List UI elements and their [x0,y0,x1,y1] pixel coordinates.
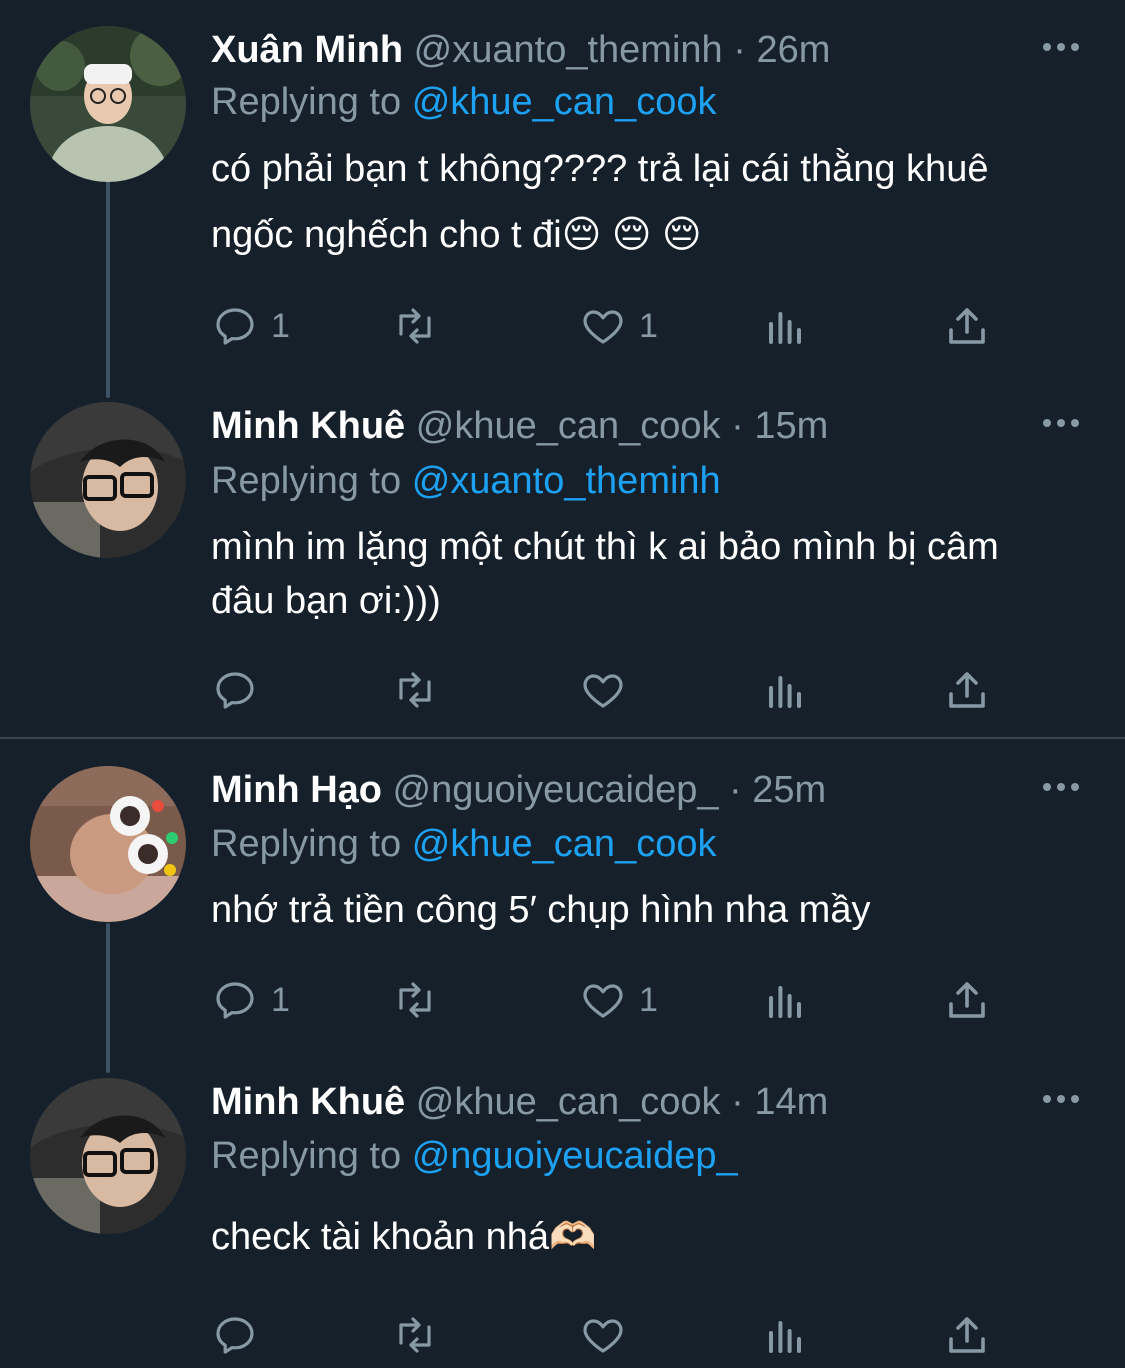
tweet-actions [211,1310,1011,1360]
retweet-icon [399,672,431,708]
user-handle[interactable]: @khue_can_cook [416,1081,721,1123]
replying-to: Replying to @nguoiyeucaidep_ [211,1132,738,1180]
tweet[interactable]: Xuân Minh @xuanto_theminh · 26m Replying… [0,26,1125,366]
tweet-text: nhớ trả tiền công 5′ chụp hình nha mầy [211,889,871,931]
tweet-header: Minh Hạo @nguoiyeucaidep_ · 25m [211,766,1015,814]
share-icon [949,308,985,344]
mention-link[interactable]: @khue_can_cook [412,823,717,865]
timestamp[interactable]: 14m [754,1081,828,1123]
analytics-icon [769,312,801,344]
user-handle[interactable]: @nguoiyeucaidep_ [393,769,719,811]
tweet-actions: 1 1 [211,975,1011,1025]
share-button[interactable] [943,665,991,715]
retweet-button[interactable] [391,301,451,351]
user-handle[interactable]: @khue_can_cook [416,405,721,447]
replying-to: Replying to @khue_can_cook [211,78,716,126]
display-name[interactable]: Minh Khuê [211,1081,405,1123]
reply-count: 1 [271,306,290,345]
tweet-actions [211,665,1011,715]
separator-dot: · [729,769,742,811]
more-icon[interactable] [1041,1092,1081,1106]
tweet-text: có phải bạn t không???? trả lại cái thằn… [211,148,989,256]
reply-button[interactable] [211,1310,271,1360]
like-button[interactable] [579,665,639,715]
like-button[interactable] [579,1310,639,1360]
replying-prefix: Replying to [211,81,402,123]
retweet-icon [399,1317,431,1353]
analytics-button[interactable] [761,301,809,351]
retweet-icon [399,308,431,344]
reply-icon [216,308,254,345]
thread-divider [0,737,1125,739]
tweet-header: Minh Khuê @khue_can_cook · 15m [211,402,1015,450]
tweet-header: Xuân Minh @xuanto_theminh · 26m [211,26,1015,74]
like-button[interactable]: 1 [579,975,658,1025]
display-name[interactable]: Minh Khuê [211,405,405,447]
avatar[interactable] [30,766,186,922]
tweet-header: Minh Khuê @khue_can_cook · 14m [211,1078,1015,1126]
more-icon[interactable] [1041,40,1081,54]
share-button[interactable] [943,975,991,1025]
analytics-icon [769,986,801,1018]
like-button[interactable]: 1 [579,301,658,351]
timestamp[interactable]: 26m [756,29,830,71]
analytics-button[interactable] [761,975,809,1025]
replying-to: Replying to @xuanto_theminh [211,457,721,505]
timestamp[interactable]: 25m [752,769,826,811]
display-name[interactable]: Xuân Minh [211,29,403,71]
avatar[interactable] [30,1078,186,1234]
avatar[interactable] [30,402,186,558]
mention-link[interactable]: @nguoiyeucaidep_ [412,1135,738,1177]
more-icon[interactable] [1041,416,1081,430]
retweet-button[interactable] [391,975,451,1025]
like-icon [583,310,623,344]
share-icon [949,672,985,708]
mention-link[interactable]: @xuanto_theminh [412,460,721,502]
analytics-icon [769,1321,801,1353]
mention-link[interactable]: @khue_can_cook [412,81,717,123]
reply-icon [216,672,254,709]
share-icon [949,1317,985,1353]
like-icon [583,984,623,1018]
share-button[interactable] [943,301,991,351]
like-icon [583,674,623,708]
tweet-actions: 1 1 [211,301,1011,351]
share-button[interactable] [943,1310,991,1360]
like-count: 1 [639,306,658,345]
like-count: 1 [639,980,658,1019]
tweet[interactable]: Minh Hạo @nguoiyeucaidep_ · 25m Replying… [0,766,1125,1056]
display-name[interactable]: Minh Hạo [211,769,382,811]
separator-dot: · [731,405,744,447]
tweet-text: mình im lặng một chút thì k ai bảo mình … [211,526,999,622]
tweet[interactable]: Minh Khuê @khue_can_cook · 15m Replying … [0,402,1125,732]
replying-prefix: Replying to [211,460,402,502]
reply-button[interactable]: 1 [211,301,290,351]
retweet-icon [399,982,431,1018]
retweet-button[interactable] [391,1310,451,1360]
timestamp[interactable]: 15m [754,405,828,447]
reply-icon [216,982,254,1019]
more-icon[interactable] [1041,780,1081,794]
tweet[interactable]: Minh Khuê @khue_can_cook · 14m Replying … [0,1078,1125,1368]
reply-button[interactable]: 1 [211,975,290,1025]
like-icon [583,1319,623,1353]
tweet-text: check tài khoản nhá🫶🏻 [211,1216,597,1258]
analytics-button[interactable] [761,665,809,715]
reply-button[interactable] [211,665,271,715]
share-icon [949,982,985,1018]
reply-count: 1 [271,980,290,1019]
separator-dot: · [731,1081,744,1123]
analytics-button[interactable] [761,1310,809,1360]
retweet-button[interactable] [391,665,451,715]
user-handle[interactable]: @xuanto_theminh [414,29,723,71]
avatar[interactable] [30,26,186,182]
replying-to: Replying to @khue_can_cook [211,820,716,868]
reply-icon [216,1317,254,1354]
separator-dot: · [733,29,746,71]
analytics-icon [769,676,801,708]
replying-prefix: Replying to [211,1135,402,1177]
replying-prefix: Replying to [211,823,402,865]
